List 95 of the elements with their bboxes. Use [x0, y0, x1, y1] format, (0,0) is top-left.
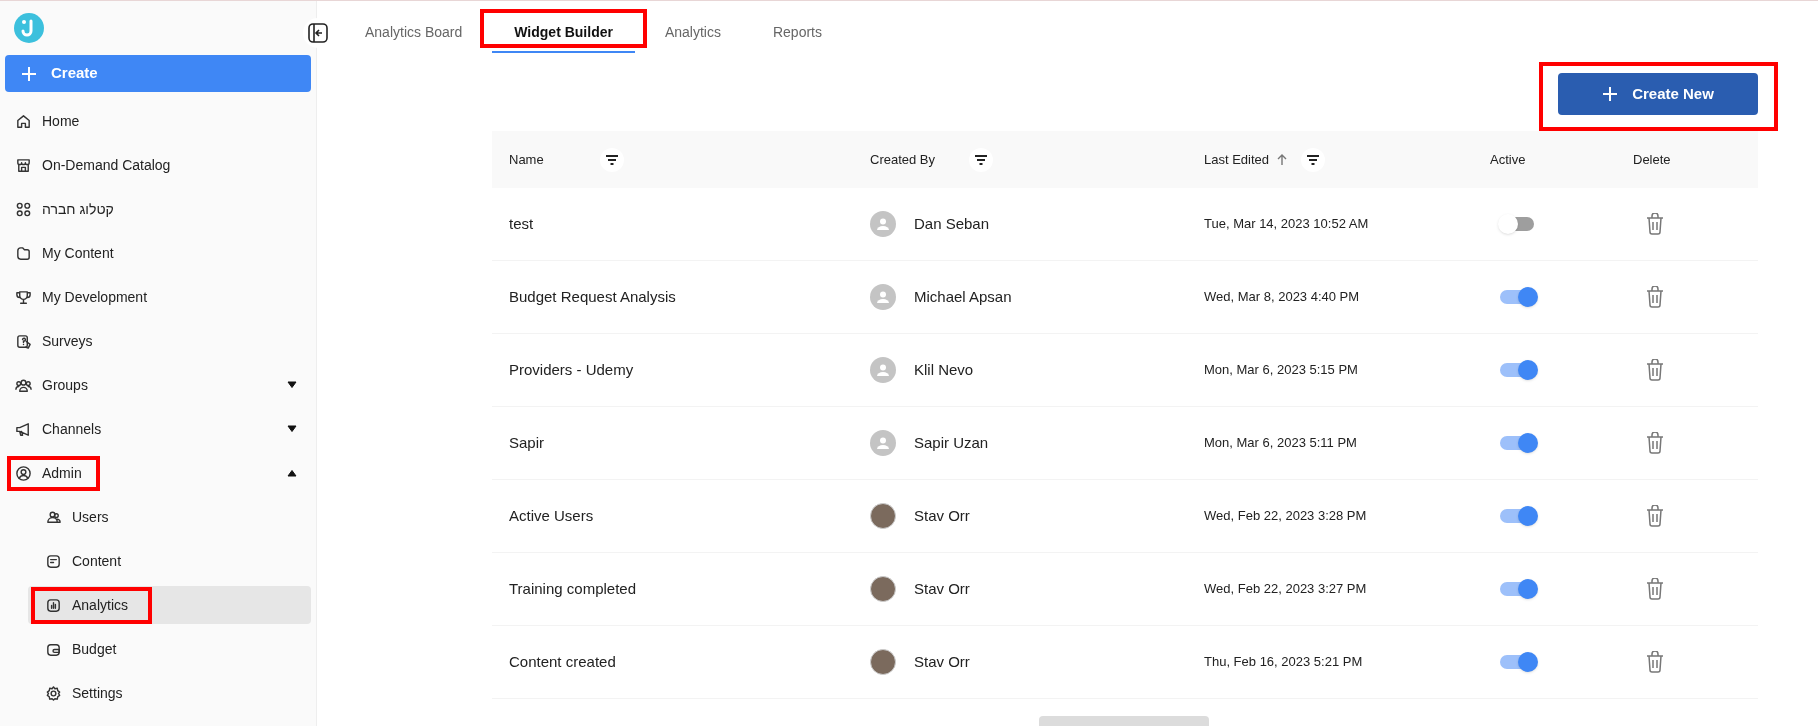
sidebar-subitem[interactable]: Budget [28, 630, 311, 668]
active-toggle[interactable] [1498, 579, 1538, 599]
logo-icon [13, 12, 45, 44]
scrollbar-thumb[interactable] [1039, 716, 1209, 726]
last-edited-date: Mon, Mar 6, 2023 5:15 PM [1204, 362, 1358, 378]
active-toggle[interactable] [1498, 287, 1538, 307]
widget-name: Content created [509, 652, 616, 670]
plus-icon [1602, 86, 1619, 102]
home-icon [15, 112, 32, 130]
nav-label: Home [42, 111, 80, 131]
creator-name: Stav Orr [914, 578, 970, 599]
sidebar-subitem[interactable]: Users [28, 498, 311, 536]
trash-icon[interactable] [1645, 432, 1665, 454]
creator-name: Stav Orr [914, 651, 970, 672]
nav-label: Admin [42, 463, 82, 483]
sidebar-item[interactable]: Channels [5, 410, 311, 448]
nav-label: My Content [42, 243, 114, 263]
nav-label: Content [72, 551, 122, 571]
nav-label: My Development [42, 287, 148, 307]
tab[interactable]: Widget Builder [492, 13, 635, 53]
column-header: Name [509, 150, 544, 169]
nav-label: Surveys [42, 331, 93, 351]
sidebar-subitem[interactable]: Analytics [28, 586, 311, 624]
filter-icon[interactable] [969, 147, 994, 172]
caret-icon [287, 425, 297, 433]
caret-icon [287, 381, 297, 389]
creator-name: Michael Apsan [914, 286, 1012, 307]
column-header: Created By [870, 150, 936, 169]
sidebar-item[interactable]: Home [5, 102, 311, 140]
nav-label: Groups [42, 375, 88, 395]
widget-name: Budget Request Analysis [509, 287, 676, 305]
creator-name: Stav Orr [914, 505, 970, 526]
nav-label: On-Demand Catalog [42, 155, 171, 175]
column-header: Active [1490, 150, 1526, 169]
grid-icon [15, 200, 32, 218]
trophy-icon [15, 288, 32, 306]
plus-icon [21, 65, 37, 82]
widget-name: test [509, 214, 534, 232]
trash-icon[interactable] [1645, 578, 1665, 600]
tab[interactable]: Analytics Board [343, 13, 485, 53]
trash-icon[interactable] [1645, 286, 1665, 308]
trash-icon[interactable] [1645, 651, 1665, 673]
creator-name: Sapir Uzan [914, 432, 989, 453]
survey-icon [15, 332, 32, 350]
active-toggle[interactable] [1498, 433, 1538, 453]
widget-name: Sapir [509, 433, 545, 451]
collapse-icon [307, 22, 329, 44]
sidebar-item[interactable]: קטלוג חברה [5, 190, 311, 228]
settings-icon [45, 684, 62, 702]
nav-label: קטלוג חברה [42, 199, 114, 219]
sidebar-item[interactable]: Groups [5, 366, 311, 404]
trash-icon[interactable] [1645, 505, 1665, 527]
megaphone-icon [15, 420, 32, 438]
last-edited-date: Wed, Mar 8, 2023 4:40 PM [1204, 289, 1360, 305]
last-edited-date: Tue, Mar 14, 2023 10:52 AM [1204, 216, 1369, 232]
tab[interactable]: Analytics [642, 13, 743, 53]
sidebar-subitem[interactable]: Settings [28, 674, 311, 712]
widget-name: Training completed [509, 579, 636, 597]
create-new-button[interactable]: Create New [1558, 73, 1758, 115]
sidebar-item[interactable]: On-Demand Catalog [5, 146, 311, 184]
creator-name: Klil Nevo [914, 359, 974, 380]
active-toggle[interactable] [1498, 360, 1538, 380]
last-edited-date: Wed, Feb 22, 2023 3:27 PM [1204, 581, 1367, 597]
sidebar-item[interactable]: Admin [5, 454, 311, 492]
active-toggle[interactable] [1498, 652, 1538, 672]
filter-icon[interactable] [1301, 147, 1326, 172]
column-header: Last Edited [1204, 150, 1270, 169]
nav-label: Budget [72, 639, 117, 659]
user-circle-icon [15, 464, 32, 482]
nav-label: Settings [72, 683, 123, 703]
last-edited-date: Mon, Mar 6, 2023 5:11 PM [1204, 435, 1357, 451]
tab[interactable]: Reports [750, 13, 844, 53]
document-icon [45, 552, 62, 570]
caret-icon [287, 469, 297, 477]
folder-icon [15, 244, 32, 262]
create-button[interactable]: Create [5, 55, 311, 92]
widget-name: Providers - Udemy [509, 360, 634, 378]
last-edited-date: Wed, Feb 22, 2023 3:28 PM [1204, 508, 1367, 524]
filter-icon[interactable] [599, 147, 624, 172]
store-icon [15, 156, 32, 174]
nav-label: Users [72, 507, 109, 527]
trash-icon[interactable] [1645, 359, 1665, 381]
sidebar-item[interactable]: My Content [5, 234, 311, 272]
bar-chart-icon [45, 596, 62, 614]
trash-icon[interactable] [1645, 213, 1665, 235]
last-edited-date: Thu, Feb 16, 2023 5:21 PM [1204, 654, 1363, 670]
sidebar-subitem[interactable]: Content [28, 542, 311, 580]
active-toggle[interactable] [1498, 506, 1538, 526]
nav-label: Channels [42, 419, 102, 439]
widget-name: Active Users [509, 506, 594, 524]
nav-label: Analytics [72, 595, 129, 615]
column-header: Delete [1633, 150, 1671, 169]
sidebar-item[interactable]: Surveys [5, 322, 311, 360]
creator-name: Dan Seban [914, 213, 990, 234]
sidebar-item[interactable]: My Development [5, 278, 311, 316]
